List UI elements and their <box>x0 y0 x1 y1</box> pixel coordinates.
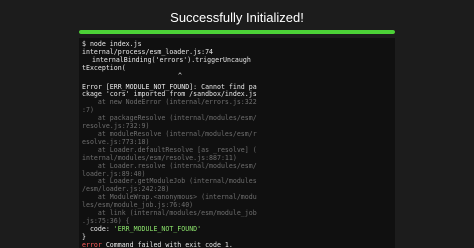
terminal-line: code: 'ERR_MODULE_NOT_FOUND' <box>82 224 393 234</box>
terminal-line-text: :7) <box>82 106 94 115</box>
status-title: Successfully Initialized! <box>170 10 304 25</box>
terminal-line-text: internal/modules/esm/resolve.js:887:11) <box>82 153 237 162</box>
terminal-line-text: at packageResolve (internal/modules/esm/ <box>82 114 257 123</box>
terminal-line-text: resolve.js:732:9) <box>82 122 150 131</box>
terminal-line-text: $ node index.js <box>82 40 142 48</box>
terminal-line: ^ <box>82 71 393 81</box>
terminal-line-text: tException( <box>82 63 126 72</box>
terminal-line-text: esolve.js:773:18) <box>82 137 150 146</box>
terminal-line-text: internal/process/esm_loader.js:74 <box>82 47 214 56</box>
error-label: error <box>82 240 102 248</box>
error-code-value: 'ERR_MODULE_NOT_FOUND' <box>113 224 202 233</box>
terminal-line-text: les/esm/module_job.js:76:40) <box>82 201 194 210</box>
terminal-line-text: Command failed with exit code 1. <box>101 240 233 248</box>
progress-bar-fill <box>79 30 395 34</box>
terminal-line-text: .js:75:36) { <box>82 216 130 225</box>
terminal-line-text: at Loader.resolve (internal/modules/esm/ <box>82 161 257 170</box>
terminal-line-text: loader.js:89:40) <box>82 169 146 178</box>
terminal-line-text: } <box>82 232 86 241</box>
terminal-line: tException( <box>82 63 393 73</box>
terminal-line-text: at Loader.defaultResolve [as _resolve] ( <box>82 145 257 154</box>
terminal-line-text: code: <box>82 224 114 233</box>
terminal-line: at new NodeError (internal/errors.js:322 <box>82 98 393 107</box>
terminal-line-text: ^ <box>178 71 182 80</box>
terminal-line-text: ckage 'cors' imported from /sandbox/inde… <box>82 90 257 99</box>
terminal-line-text: Error [ERR_MODULE_NOT_FOUND]: Cannot fin… <box>82 82 257 91</box>
terminal-line-text: at moduleResolve (internal/modules/esm/r <box>82 129 257 138</box>
terminal-line-text: /esm/loader.js:242:28) <box>82 185 170 194</box>
terminal-line-text: internalBinding('errors').triggerUncaugh <box>92 55 251 64</box>
terminal-line: internalBinding('errors').triggerUncaugh <box>82 55 393 65</box>
terminal-line: error Command failed with exit code 1. <box>82 240 393 248</box>
terminal-line-text: at new NodeError (internal/errors.js:322 <box>82 98 257 107</box>
terminal-line-text: at link (internal/modules/esm/module_job <box>82 209 257 218</box>
progress-bar <box>79 30 395 34</box>
terminal-line-text: at Loader.getModuleJob (internal/modules <box>82 177 257 186</box>
terminal-output: $ node index.js internal/process/esm_load… <box>79 38 395 248</box>
terminal-line-text: at ModuleWrap.<anonymous> (internal/modu <box>82 193 257 202</box>
